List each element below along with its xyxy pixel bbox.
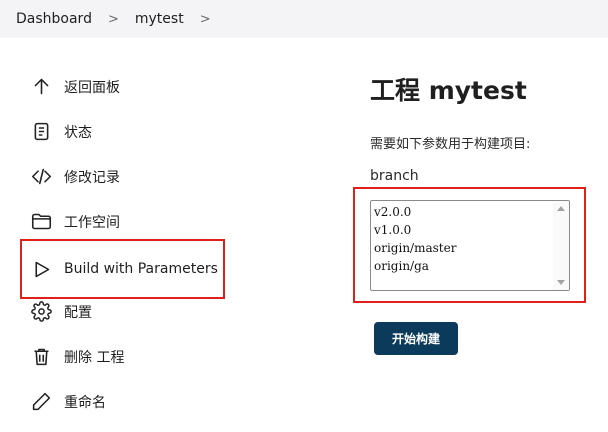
sidebar-item-label: 工作空间 [64, 214, 120, 231]
listbox-scrollbar[interactable] [553, 201, 569, 290]
breadcrumb-dashboard[interactable]: Dashboard [16, 11, 92, 27]
sidebar-item-label: 状态 [64, 124, 92, 141]
breadcrumb-mytest[interactable]: mytest [135, 11, 184, 27]
sidebar-item-label: 修改记录 [64, 169, 120, 186]
folder-icon [30, 211, 52, 233]
branch-listbox[interactable]: v2.0.0 v1.0.0 origin/master origin/ga [370, 200, 570, 291]
trash-icon [30, 346, 52, 368]
code-icon [30, 166, 52, 188]
parameter-name: branch [370, 168, 419, 184]
play-icon [30, 258, 52, 280]
sidebar: 返回面板 状态 修改记录 工作空间 Build with Parameters … [20, 64, 227, 424]
scroll-up-icon[interactable] [557, 206, 565, 211]
parameters-description: 需要如下参数用于构建项目: [370, 137, 531, 152]
sidebar-item-label: 删除 工程 [64, 349, 125, 366]
sidebar-item-label: 配置 [64, 304, 92, 321]
page-title: 工程 mytest [370, 76, 527, 105]
breadcrumb-separator: > [107, 11, 119, 27]
sidebar-item-label: Build with Parameters [64, 261, 218, 277]
sidebar-item-changes[interactable]: 修改记录 [22, 154, 227, 199]
scroll-down-icon[interactable] [557, 280, 565, 285]
gear-icon [30, 301, 52, 323]
build-button[interactable]: 开始构建 [374, 322, 458, 355]
branch-option[interactable]: origin/ga [374, 257, 566, 275]
sidebar-item-back[interactable]: 返回面板 [22, 64, 227, 109]
sidebar-item-status[interactable]: 状态 [22, 109, 227, 154]
sidebar-item-workspace[interactable]: 工作空间 [22, 199, 227, 244]
sidebar-item-delete[interactable]: 删除 工程 [22, 334, 227, 379]
branch-option[interactable]: origin/master [374, 239, 566, 257]
pencil-icon [30, 391, 52, 413]
document-icon [30, 121, 52, 143]
sidebar-item-label: 重命名 [64, 394, 106, 411]
breadcrumb-separator[interactable]: > [200, 12, 211, 27]
sidebar-item-label: 返回面板 [64, 79, 120, 96]
breadcrumb: Dashboard > mytest > [0, 0, 608, 38]
branch-option[interactable]: v1.0.0 [374, 221, 566, 239]
sidebar-item-rename[interactable]: 重命名 [22, 379, 227, 424]
sidebar-item-configure[interactable]: 配置 [22, 289, 227, 334]
branch-option[interactable]: v2.0.0 [374, 203, 566, 221]
arrow-up-icon [30, 76, 52, 98]
